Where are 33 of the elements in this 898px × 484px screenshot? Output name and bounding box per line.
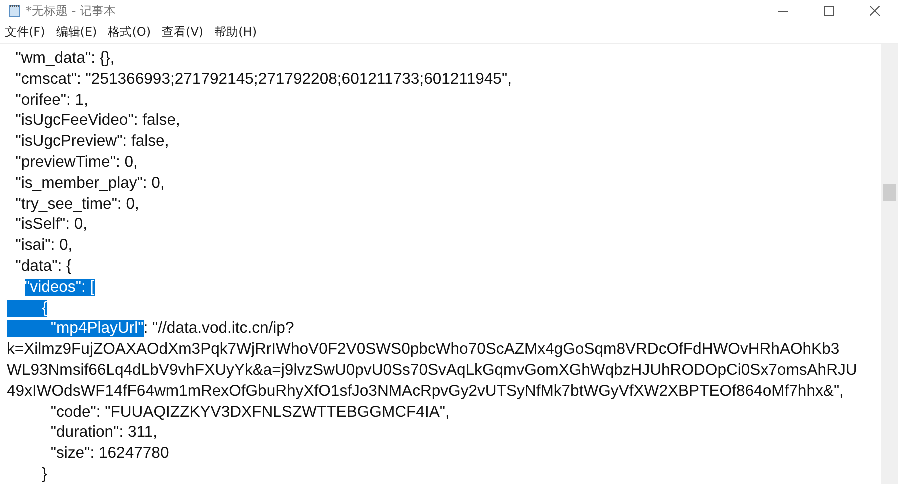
text-line: "isUgcPreview": false,: [14, 133, 170, 150]
menu-item[interactable]: 编辑(E): [51, 23, 104, 41]
text-line: "is_member_play": 0,: [14, 174, 165, 192]
text-line: "previewTime": 0,: [14, 154, 138, 171]
notepad-icon: [8, 4, 22, 18]
selected-text: {: [7, 300, 48, 317]
close-icon: [870, 6, 880, 16]
text-line: "wm_data": {},: [14, 50, 115, 67]
menu-item[interactable]: 帮助(H): [210, 23, 263, 41]
text-line: "isSelf": 0,: [14, 216, 88, 234]
text-line: "duration": 311,: [50, 424, 158, 442]
text-line: "size": 16247780: [50, 445, 170, 462]
scrollbar-thumb[interactable]: [883, 184, 896, 201]
menu-item[interactable]: 格式(O): [103, 23, 158, 41]
text-line: "isUgcFeeVideo": false,: [14, 112, 180, 130]
text-line: : "//data.vod.itc.cn/ip?: [144, 320, 294, 338]
text-line: k=Xilmz9FujZOAXAOdXm3Pqk7WjRrIWhoV0F2V0SWS0pbcWho70ScAZMx4gGoSqm8VRDcOfFdHWOvHRhAOhKb3: [7, 341, 840, 358]
selected-text: "mp4PlayUrl": [7, 320, 144, 338]
text-line: 49xIWOdsWF14fF64wm1mRexOfGbuRhyXfO1sfJo3NMAcRpvGy2vUTSyNfMk7btWGyVfXW2XBPTEOf864oMf7hhx&",: [7, 382, 844, 400]
text-line: "orifee": 1,: [14, 92, 88, 109]
selected-text: "videos": [: [24, 278, 95, 296]
maximize-icon: [824, 6, 834, 16]
window-title: *无标题 - 记事本: [26, 2, 116, 20]
text-line: "data": {: [14, 258, 72, 275]
text-line: "isai": 0,: [14, 237, 73, 254]
text-line: "try_see_time": 0,: [14, 196, 140, 213]
text-line: "cmscat": "251366993;271792145;271792208;601211733;601211945",: [14, 70, 512, 88]
menu-item[interactable]: 查看(V): [157, 23, 210, 41]
scrollbar[interactable]: [881, 44, 898, 484]
menu-item[interactable]: 文件(F): [0, 23, 52, 41]
text-line: "code": "FUUAQIZZKYV3DXFNLSZWTTEBGGMCF4IA",: [50, 404, 450, 421]
text-line: WL93Nmsif66Lq4dLbV9vhFXUyYk&a=j9lvzSwU0pvU0Ss70SvAqLkGqmvGomXGhWqbzHJUhRODOpCi0Sx7omsAhRJU: [7, 362, 858, 379]
text-line: }: [41, 466, 48, 483]
